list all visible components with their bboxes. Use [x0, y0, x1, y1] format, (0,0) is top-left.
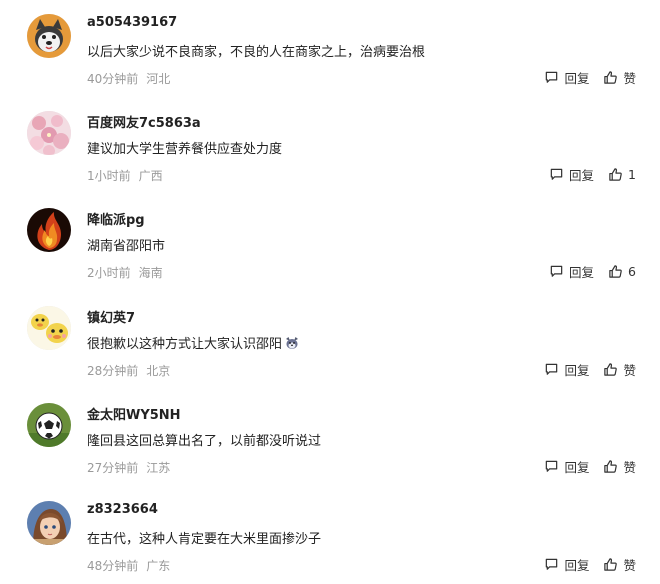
reply-label: 回复	[564, 362, 590, 378]
reply-label: 回复	[564, 557, 590, 573]
like-count: 赞	[623, 459, 636, 475]
thumbs-up-icon	[604, 70, 618, 84]
timestamp: 2小时前	[87, 266, 131, 280]
location: 江苏	[146, 461, 171, 475]
reply-button[interactable]: 回复	[549, 262, 594, 281]
fire-avatar-icon	[27, 208, 71, 252]
avatar[interactable]	[27, 501, 71, 545]
reply-button[interactable]: 回复	[549, 165, 594, 184]
username[interactable]: 百度网友7c5863a	[87, 112, 201, 131]
avatar[interactable]	[27, 306, 71, 350]
comment-item: z8323664 在古代，这种人肯定要在大米里面掺沙子 48分钟前 广东 回复 赞	[0, 487, 660, 584]
thumbs-up-icon	[604, 459, 618, 473]
speech-bubble-icon	[546, 558, 558, 570]
avatar[interactable]	[27, 111, 71, 155]
speech-bubble-icon	[546, 363, 558, 375]
speech-bubble-icon	[546, 71, 558, 83]
reply-button[interactable]: 回复	[544, 555, 589, 574]
reply-button[interactable]: 回复	[544, 457, 589, 476]
comment-item: 降临派pg 湖南省邵阳市 2小时前 海南 回复 6	[0, 194, 660, 291]
like-button[interactable]: 赞	[603, 555, 636, 574]
reply-label: 回复	[564, 459, 590, 475]
username[interactable]: z8323664	[87, 502, 158, 517]
husky-avatar-icon	[27, 14, 71, 58]
comment-item: a505439167 以后大家少说不良商家，不良的人在商家之上，治病要治根 40…	[0, 0, 660, 97]
comment-actions: 回复 赞	[544, 456, 636, 476]
reply-button[interactable]: 回复	[544, 360, 589, 379]
thumbs-up-icon	[609, 264, 622, 278]
username[interactable]: 金太阳WY5NH	[87, 404, 181, 423]
like-button[interactable]: 1	[608, 167, 636, 182]
timestamp: 28分钟前	[87, 364, 139, 378]
speech-bubble-icon	[550, 265, 563, 277]
comment-text: 隆回县这回总算出名了，以前都没听说过	[87, 434, 322, 449]
username[interactable]: 降临派pg	[87, 209, 145, 228]
reply-label: 回复	[569, 167, 595, 183]
thumbs-up-icon	[609, 167, 622, 181]
timestamp: 48分钟前	[87, 559, 139, 573]
comment-meta: 2小时前 海南	[87, 264, 163, 281]
cartoon-ducks-avatar-icon	[27, 306, 71, 350]
comment-actions: 回复 赞	[544, 67, 636, 87]
like-count: 赞	[623, 362, 636, 378]
like-count: 赞	[623, 557, 636, 573]
pink-flowers-avatar-icon	[27, 111, 71, 155]
comment-text: 在古代，这种人肯定要在大米里面掺沙子	[87, 532, 322, 547]
comment-item: 镇幻英7 很抱歉以这种方式让大家认识邵阳 28分钟前 北京 回复 赞	[0, 292, 660, 389]
like-button[interactable]: 赞	[603, 360, 636, 379]
location: 广西	[138, 169, 163, 183]
comment-meta: 40分钟前 河北	[87, 70, 170, 87]
username[interactable]: 镇幻英7	[87, 307, 135, 326]
like-count: 1	[628, 166, 636, 182]
comment-actions: 回复 6	[549, 261, 636, 281]
speech-bubble-icon	[546, 460, 558, 472]
comment-actions: 回复 赞	[544, 554, 636, 574]
like-button[interactable]: 赞	[603, 457, 636, 476]
like-count: 赞	[623, 70, 636, 86]
soccer-ball-avatar-icon	[27, 403, 71, 447]
comment-actions: 回复 赞	[544, 359, 636, 379]
location: 北京	[146, 364, 171, 378]
location: 广东	[146, 559, 171, 573]
speech-bubble-icon	[550, 168, 563, 180]
comment-meta: 27分钟前 江苏	[87, 459, 170, 476]
location: 海南	[138, 266, 163, 280]
avatar[interactable]	[27, 208, 71, 252]
like-button[interactable]: 赞	[603, 68, 636, 87]
like-count: 6	[628, 263, 636, 279]
comment-meta: 28分钟前 北京	[87, 362, 170, 379]
dog-face-emoji-icon	[286, 337, 299, 349]
comment-text: 湖南省邵阳市	[87, 239, 166, 254]
comment-list: a505439167 以后大家少说不良商家，不良的人在商家之上，治病要治根 40…	[0, 0, 660, 580]
comment-meta: 1小时前 广西	[87, 167, 163, 184]
reply-button[interactable]: 回复	[544, 68, 589, 87]
comment-item: 百度网友7c5863a 建议加大学生营养餐供应查处力度 1小时前 广西 回复 1	[0, 97, 660, 194]
username[interactable]: a505439167	[87, 15, 177, 30]
timestamp: 27分钟前	[87, 461, 139, 475]
comment-meta: 48分钟前 广东	[87, 557, 170, 574]
comment-text: 建议加大学生营养餐供应查处力度	[87, 142, 283, 157]
avatar[interactable]	[27, 14, 71, 58]
location: 河北	[146, 72, 171, 86]
reply-label: 回复	[564, 70, 590, 86]
reply-label: 回复	[569, 264, 595, 280]
comment-actions: 回复 1	[549, 164, 636, 184]
thumbs-up-icon	[604, 557, 618, 571]
comment-text: 以后大家少说不良商家，不良的人在商家之上，治病要治根	[87, 45, 426, 60]
comment-text-body: 很抱歉以这种方式让大家认识邵阳	[87, 337, 283, 352]
comment-item: 金太阳WY5NH 隆回县这回总算出名了，以前都没听说过 27分钟前 江苏 回复 赞	[0, 389, 660, 486]
anime-girl-avatar-icon	[27, 501, 71, 545]
like-button[interactable]: 6	[608, 264, 636, 279]
timestamp: 40分钟前	[87, 72, 139, 86]
comment-text: 很抱歉以这种方式让大家认识邵阳	[87, 333, 299, 352]
avatar[interactable]	[27, 403, 71, 447]
timestamp: 1小时前	[87, 169, 131, 183]
thumbs-up-icon	[604, 362, 618, 376]
